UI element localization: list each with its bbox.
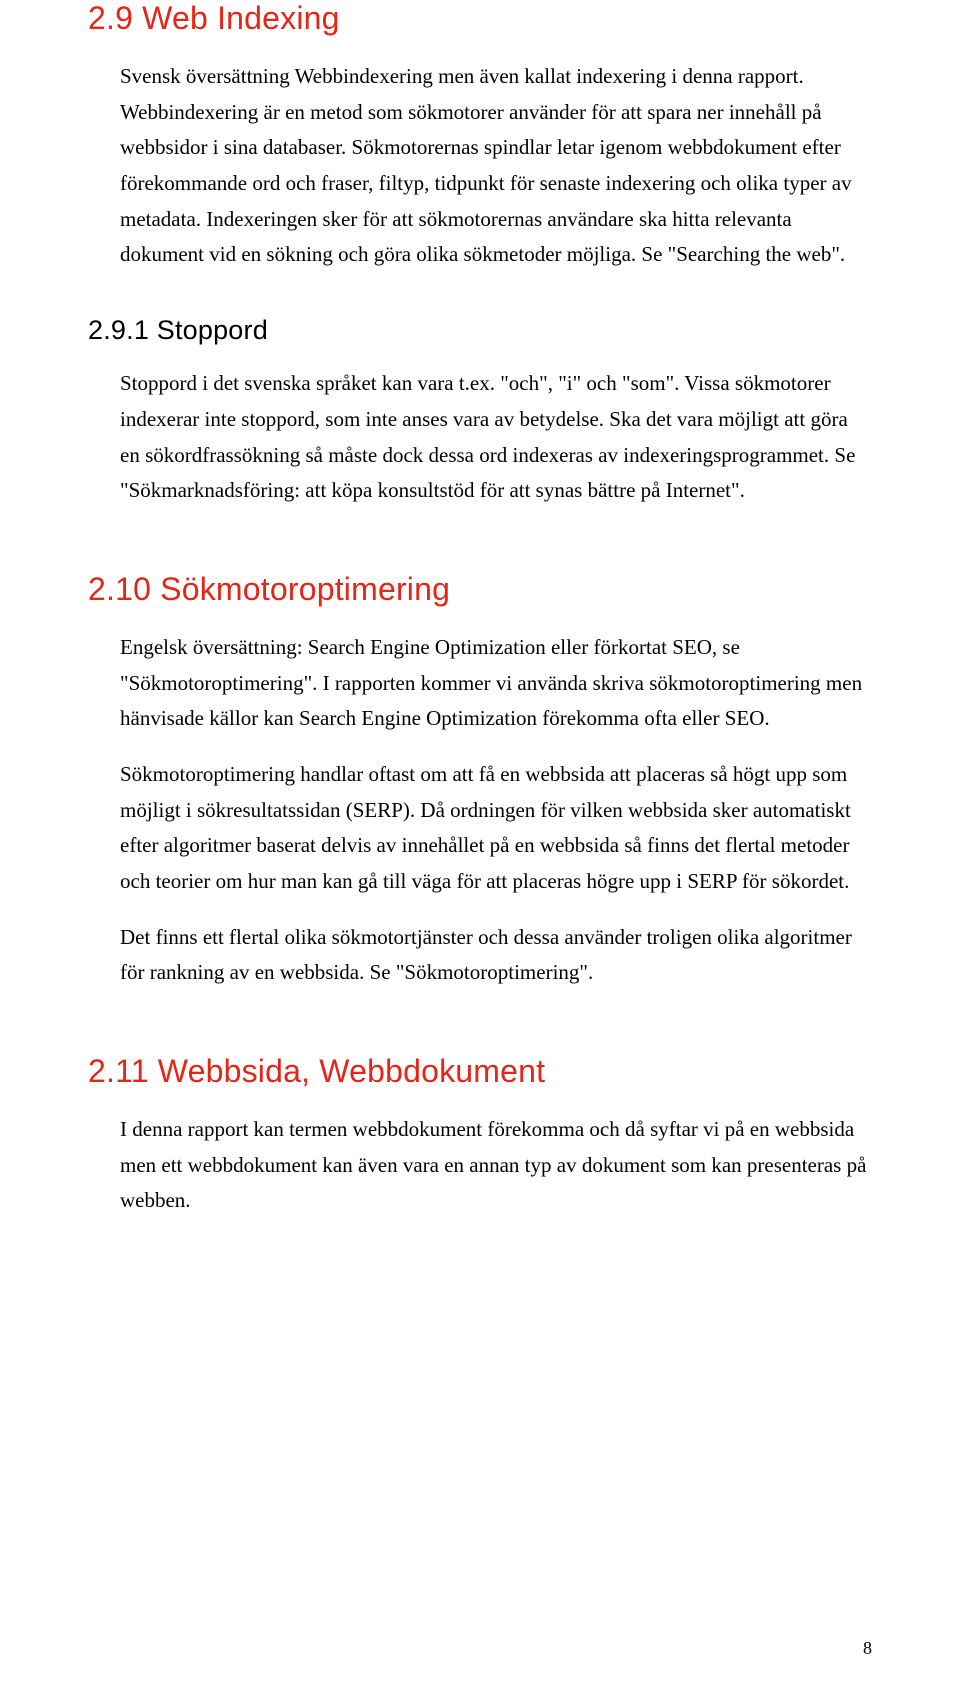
section-2-11-body: I denna rapport kan termen webbdokument … <box>88 1112 872 1219</box>
heading-2-11: 2.11 Webbsida, Webbdokument <box>88 1053 872 1090</box>
document-page: 2.9 Web Indexing Svensk översättning Web… <box>0 0 960 1681</box>
section-2-9-1-body: Stoppord i det svenska språket kan vara … <box>88 366 872 509</box>
heading-2-9-1: 2.9.1 Stoppord <box>88 315 872 346</box>
heading-2-10: 2.10 Sökmotoroptimering <box>88 571 872 608</box>
paragraph: Det finns ett flertal olika sökmotortjän… <box>120 920 872 991</box>
paragraph: Engelsk översättning: Search Engine Opti… <box>120 630 872 737</box>
section-2-9-body: Svensk översättning Webbindexering men ä… <box>88 59 872 273</box>
section-2-11: 2.11 Webbsida, Webbdokument I denna rapp… <box>88 1053 872 1219</box>
paragraph: Sökmotoroptimering handlar oftast om att… <box>120 757 872 900</box>
paragraph: I denna rapport kan termen webbdokument … <box>120 1112 872 1219</box>
heading-2-9: 2.9 Web Indexing <box>88 0 872 37</box>
paragraph: Stoppord i det svenska språket kan vara … <box>120 366 872 509</box>
section-2-9: 2.9 Web Indexing Svensk översättning Web… <box>88 0 872 509</box>
page-number: 8 <box>863 1638 872 1659</box>
section-2-10: 2.10 Sökmotoroptimering Engelsk översätt… <box>88 571 872 991</box>
section-2-10-body: Engelsk översättning: Search Engine Opti… <box>88 630 872 991</box>
paragraph: Svensk översättning Webbindexering men ä… <box>120 59 872 273</box>
